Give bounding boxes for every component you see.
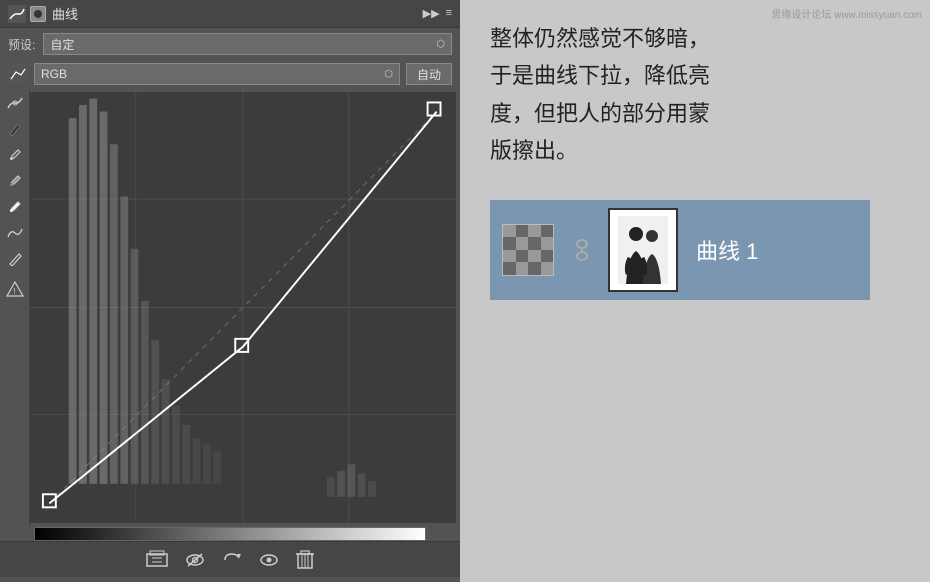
- left-panel: 曲线 ▶▶ ≡ 预设: 自定 ⬡ RGB ⬡ 自动: [0, 0, 460, 582]
- description-text: 整体仍然感觉不够暗， 于是曲线下拉，降低亮 度，但把人的部分用蒙 版擦出。: [490, 20, 900, 170]
- curves-graph: [30, 92, 456, 523]
- watermark: 思缘设计论坛 www.missyuan.com: [771, 6, 922, 21]
- channel-arrow-icon: ⬡: [384, 69, 393, 80]
- layer-preview: 曲线 1: [490, 200, 870, 300]
- panel-header-icons: ▶▶ ≡: [423, 7, 452, 20]
- tool-eyedropper-mid[interactable]: [4, 170, 26, 192]
- right-panel: 思缘设计论坛 www.missyuan.com 整体仍然感觉不够暗， 于是曲线下…: [460, 0, 930, 582]
- tool-pencil[interactable]: [4, 248, 26, 270]
- panel-header: 曲线 ▶▶ ≡: [0, 0, 460, 28]
- svg-text:!: !: [13, 287, 15, 296]
- graph-area[interactable]: [30, 92, 456, 523]
- people-silhouette: [618, 216, 668, 284]
- channel-value: RGB: [41, 67, 384, 81]
- tool-sidebar: !: [0, 88, 30, 527]
- tool-draw-black[interactable]: [4, 118, 26, 140]
- layer-visibility-icon[interactable]: [30, 6, 46, 22]
- preset-row: 预设: 自定 ⬡: [0, 28, 460, 60]
- collapse-icon[interactable]: ▶▶: [423, 7, 440, 20]
- channel-icon: [8, 64, 28, 84]
- tool-eyedropper-white[interactable]: [4, 196, 26, 218]
- delete-icon[interactable]: [296, 550, 314, 570]
- tool-select[interactable]: [4, 92, 26, 114]
- bottom-toolbar: [0, 541, 460, 577]
- tool-smooth-curve[interactable]: [4, 222, 26, 244]
- chain-link-icon: [566, 236, 598, 264]
- layer-image-thumb: [610, 210, 676, 290]
- panel-title: 曲线: [52, 4, 78, 23]
- auto-button[interactable]: 自动: [406, 63, 452, 85]
- curves-header-icon: [8, 5, 26, 23]
- toolbar-row: RGB ⬡ 自动: [0, 60, 460, 88]
- preset-value: 自定: [50, 36, 436, 53]
- preset-dropdown[interactable]: 自定 ⬡: [43, 33, 452, 55]
- preset-arrow-icon: ⬡: [436, 39, 445, 50]
- preset-label: 预设:: [8, 36, 35, 53]
- main-area: !: [0, 88, 460, 527]
- reset-icon[interactable]: [222, 550, 242, 570]
- menu-icon[interactable]: ≡: [446, 7, 452, 20]
- channel-dropdown[interactable]: RGB ⬡: [34, 63, 400, 85]
- curves-thumb-grid: [502, 224, 554, 276]
- clip-to-layer-icon[interactable]: [146, 550, 168, 570]
- tool-warning[interactable]: !: [4, 278, 26, 300]
- gradient-bar: [34, 527, 426, 541]
- visibility-icon[interactable]: [184, 550, 206, 570]
- eye-toggle-icon[interactable]: [258, 550, 280, 570]
- tool-eyedropper-black[interactable]: [4, 144, 26, 166]
- layer-label: 曲线 1: [696, 234, 758, 266]
